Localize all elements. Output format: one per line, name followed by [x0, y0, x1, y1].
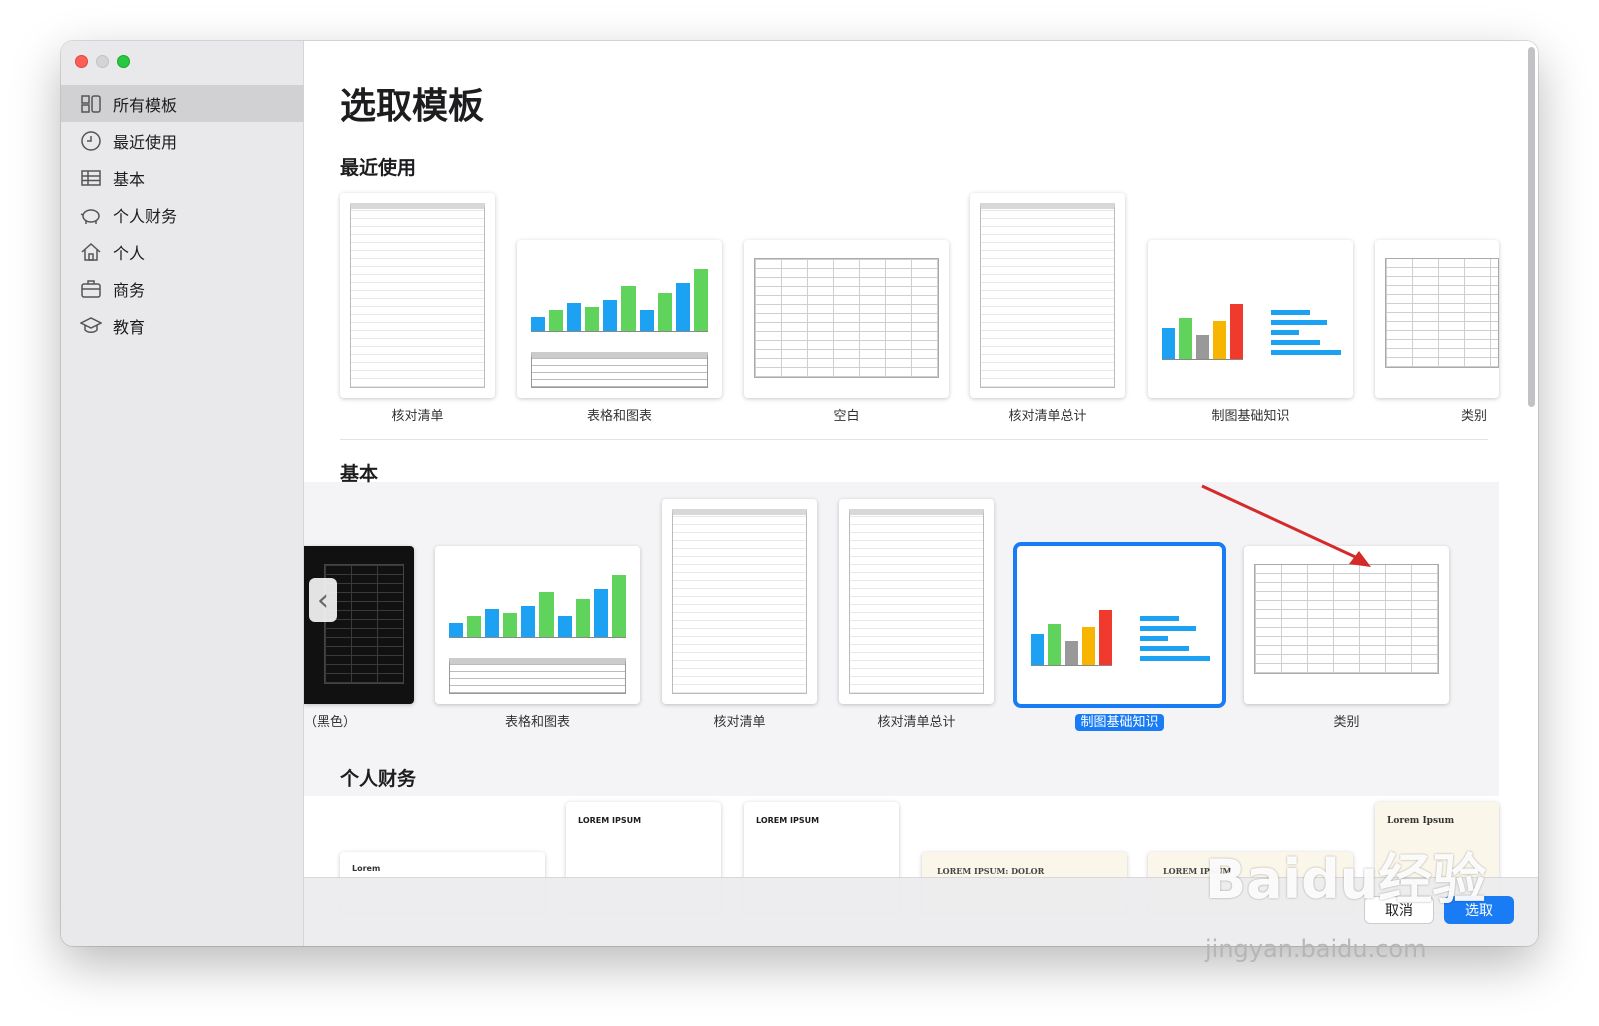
- template-card-checklist[interactable]: [662, 499, 817, 704]
- watermark-url: jingyan.baidu.com: [1205, 935, 1427, 963]
- sidebar-item-label: 最近使用: [113, 132, 178, 152]
- sidebar-item-recent[interactable]: 最近使用: [61, 122, 304, 159]
- template-card-black[interactable]: ‹: [304, 546, 414, 704]
- minimize-window-button[interactable]: [96, 55, 109, 68]
- sidebar-item-label: 所有模板: [113, 95, 178, 115]
- template-label-selected: 制图基础知识: [1017, 711, 1222, 731]
- clock-icon: [79, 129, 103, 153]
- template-thumbnail-title: LOREM IPSUM: [756, 816, 820, 825]
- section-title-basic: 基本: [340, 463, 379, 485]
- template-card-checklist-total[interactable]: [970, 193, 1125, 398]
- page-title: 选取模板: [340, 86, 485, 127]
- chevron-left-icon: ‹: [317, 582, 329, 618]
- template-label: 核对清单总计: [877, 715, 956, 730]
- table-icon: [79, 166, 103, 190]
- all-templates-icon: [79, 92, 103, 116]
- template-thumbnail-title: LOREM IPSUM: [578, 816, 642, 825]
- template-label: 表格和图表: [586, 409, 652, 424]
- template-thumbnail: [849, 509, 984, 694]
- chart-thumbnail: [449, 568, 626, 638]
- selected-template-label: 制图基础知识: [1075, 714, 1164, 731]
- briefcase-icon: [79, 277, 103, 301]
- template-card-blank[interactable]: [744, 240, 949, 398]
- template-chooser-window: 所有模板 最近使用 基本 个人财务 个人 商务 教育 选取模板 最近使用 核对清…: [61, 41, 1538, 946]
- template-label: 类别: [1460, 409, 1487, 424]
- template-thumbnail: [980, 203, 1115, 388]
- template-card-table-and-chart[interactable]: [435, 546, 640, 704]
- template-card-charting-basics-selected[interactable]: [1017, 546, 1222, 704]
- bar-chart-thumbnail: [1271, 310, 1341, 360]
- sidebar-item-all-templates[interactable]: 所有模板: [61, 85, 304, 122]
- template-card-checklist[interactable]: [340, 193, 495, 398]
- template-thumbnail-title: Lorem: [352, 864, 381, 873]
- template-thumbnail-title: LOREM IPSUM: DOLOR: [937, 866, 1045, 876]
- template-label: 制图基础知识: [1211, 409, 1290, 424]
- template-label: 类别: [1333, 715, 1360, 730]
- vertical-scrollbar[interactable]: [1528, 47, 1535, 407]
- sidebar-item-business[interactable]: 商务: [61, 270, 304, 307]
- template-thumbnail: [754, 258, 939, 378]
- table-thumbnail: [449, 658, 626, 694]
- template-thumbnail: [1385, 258, 1499, 368]
- watermark-logo: Baidu经验: [1205, 848, 1487, 911]
- template-label: 核对清单总计: [1008, 409, 1087, 424]
- template-thumbnail-title: Lorem Ipsum: [1387, 816, 1455, 826]
- template-card-table-and-chart[interactable]: [517, 240, 722, 398]
- template-thumbnail: [1254, 564, 1439, 674]
- scroll-left-button[interactable]: ‹: [309, 578, 337, 622]
- chart-thumbnail: [1162, 290, 1243, 360]
- template-label: （黑色）: [304, 715, 357, 730]
- template-label: 表格和图表: [504, 715, 570, 730]
- piggy-bank-icon: [79, 203, 103, 227]
- template-label: 核对清单: [713, 715, 766, 730]
- sidebar-item-basic[interactable]: 基本: [61, 159, 304, 196]
- zoom-window-button[interactable]: [117, 55, 130, 68]
- close-window-button[interactable]: [75, 55, 88, 68]
- template-card-checklist-total[interactable]: [839, 499, 994, 704]
- section-title-recent: 最近使用: [340, 157, 417, 179]
- template-thumbnail: [672, 509, 807, 694]
- template-gallery: 选取模板 最近使用 核对清单 表格和图表 空白 核对清单总计 制图基础知识 类别…: [304, 41, 1538, 946]
- house-icon: [79, 240, 103, 264]
- template-card-categories[interactable]: [1375, 240, 1499, 398]
- red-annotation-arrow: [1201, 484, 1371, 567]
- sidebar-item-label: 商务: [113, 280, 146, 300]
- template-label: 核对清单: [391, 409, 444, 424]
- template-card-charting-basics[interactable]: [1148, 240, 1353, 398]
- sidebar-list: 所有模板 最近使用 基本 个人财务 个人 商务 教育: [61, 85, 304, 344]
- sidebar: 所有模板 最近使用 基本 个人财务 个人 商务 教育: [61, 41, 304, 946]
- chart-thumbnail: [531, 262, 708, 332]
- template-label: 空白: [833, 409, 860, 424]
- sidebar-item-label: 个人: [113, 243, 146, 263]
- sidebar-item-label: 个人财务: [113, 206, 178, 226]
- sidebar-item-label: 教育: [113, 317, 146, 337]
- sidebar-item-label: 基本: [113, 169, 146, 189]
- graduation-cap-icon: [79, 314, 103, 338]
- sidebar-item-personal-finance[interactable]: 个人财务: [61, 196, 304, 233]
- sidebar-item-personal[interactable]: 个人: [61, 233, 304, 270]
- section-divider: [340, 439, 1488, 440]
- chart-thumbnail: [1031, 596, 1112, 666]
- template-thumbnail: [350, 203, 485, 388]
- table-thumbnail: [531, 352, 708, 388]
- bar-chart-thumbnail: [1140, 616, 1210, 666]
- sidebar-item-education[interactable]: 教育: [61, 307, 304, 344]
- section-title-personal-finance: 个人财务: [340, 768, 417, 790]
